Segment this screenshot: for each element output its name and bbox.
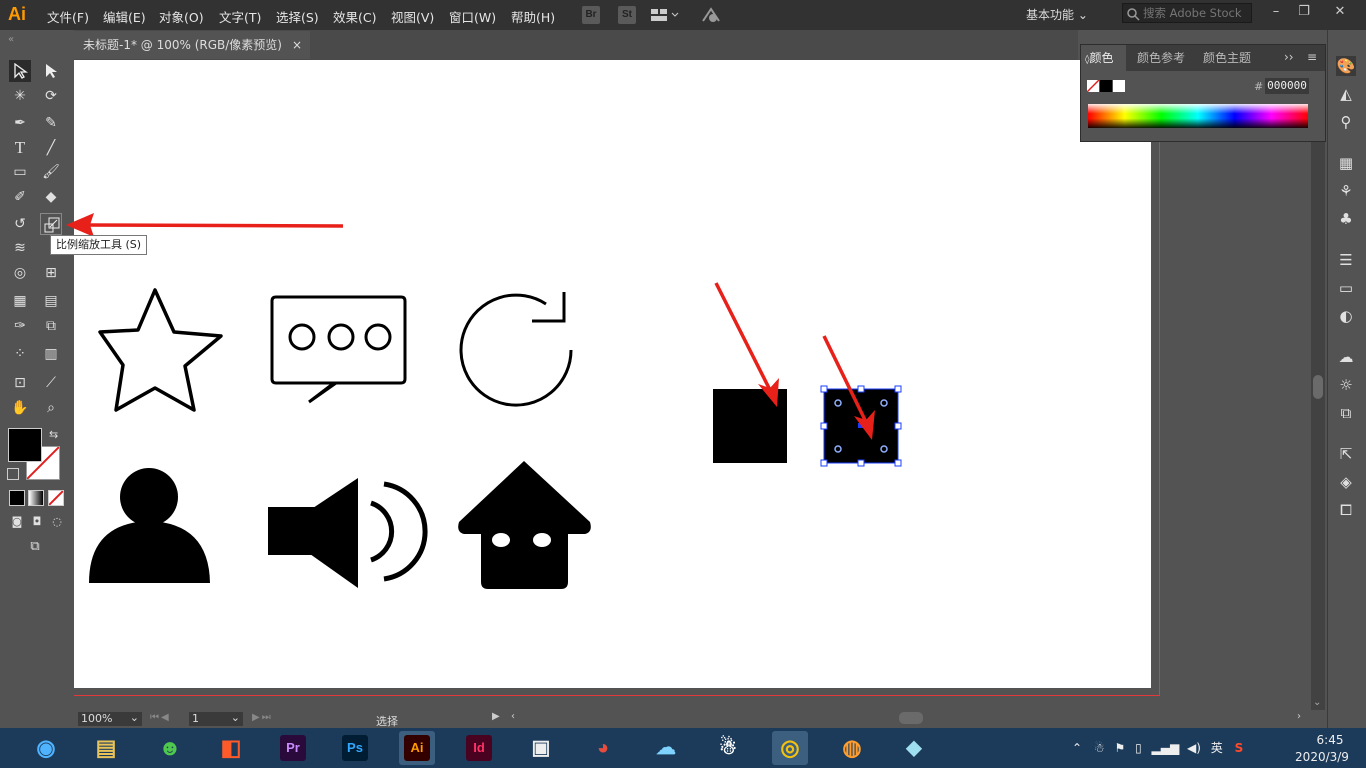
annotation-arrow-square	[714, 282, 779, 407]
house-icon[interactable]	[458, 461, 591, 589]
file-explorer-icon[interactable]: ▤	[88, 731, 124, 765]
panel-expand-icon[interactable]: ››	[1284, 50, 1294, 64]
artboard-number-select[interactable]: 1 ⌄	[189, 711, 243, 726]
artboards-icon[interactable]: ⧠	[1336, 500, 1356, 520]
network-icon[interactable]: ▂▄▆	[1152, 741, 1180, 755]
security-tray-icon[interactable]: ⚑	[1114, 741, 1125, 755]
system-tray: ⌃ ☃ ⚑ ▯ ▂▄▆ ◀) 英 S	[1072, 736, 1243, 760]
xmind-icon[interactable]: ◕	[585, 731, 621, 765]
brushes-icon[interactable]: ⚘	[1336, 181, 1356, 201]
selected-square[interactable]	[820, 385, 902, 467]
browser-icon[interactable]: ◍	[834, 731, 870, 765]
premiere-icon[interactable]: Pr	[275, 731, 311, 765]
zoom-select[interactable]: 100% ⌄	[78, 711, 142, 726]
show-hidden-icons[interactable]: ⌃	[1072, 741, 1082, 755]
refresh-icon[interactable]	[459, 292, 573, 407]
color-guide-icon[interactable]: ◭	[1336, 84, 1356, 104]
notes-app-icon[interactable]: ◆	[896, 731, 932, 765]
gradient-panel-icon[interactable]: ▭	[1336, 278, 1356, 298]
graphic-styles-icon[interactable]: ⧉	[1336, 403, 1356, 423]
annotation-arrow-scale-tool	[66, 213, 344, 237]
layers-icon[interactable]: ◈	[1336, 472, 1356, 492]
chevron-down-icon: ⌄	[129, 711, 139, 724]
user-icon[interactable]	[89, 468, 210, 583]
status-current-tool: 选择	[376, 715, 398, 728]
video-editor-icon[interactable]: ▣	[523, 731, 559, 765]
transparency-icon[interactable]: ◐	[1336, 306, 1356, 326]
clock-date[interactable]: 2020/3/9	[1284, 750, 1360, 764]
libraries-icon[interactable]: ☁	[1336, 347, 1356, 367]
clock-time[interactable]: 6:45	[1300, 733, 1360, 747]
qq-tray-icon[interactable]: ☃	[1094, 741, 1105, 755]
star-icon[interactable]	[98, 288, 223, 412]
tab-color[interactable]: ◊颜色	[1081, 45, 1126, 71]
tooltip: 比例缩放工具 (S)	[50, 235, 148, 255]
panel-menu-icon[interactable]: ≡	[1307, 50, 1317, 64]
none-swatch[interactable]	[1087, 80, 1099, 92]
scroll-down-icon[interactable]: ⌄	[1313, 697, 1321, 708]
black-swatch[interactable]	[1100, 80, 1112, 92]
color-panel-icon[interactable]: 🎨	[1336, 56, 1356, 76]
spectrum-shade	[1088, 104, 1308, 128]
chat-bubble-icon[interactable]	[270, 295, 407, 404]
artboard-number: 1	[192, 712, 199, 725]
qq-icon[interactable]: ☃	[710, 731, 746, 765]
wechat-icon[interactable]: ☻	[152, 731, 188, 765]
scroll-right-icon[interactable]: ›	[1297, 711, 1301, 722]
scroll-left-icon[interactable]: ‹	[511, 711, 515, 722]
chat-app-icon[interactable]: ☁	[648, 731, 684, 765]
appearance-icon[interactable]: ☼	[1336, 375, 1356, 395]
input-language[interactable]: 英	[1211, 741, 1223, 755]
zoom-value: 100%	[81, 712, 113, 725]
vertical-scroll-thumb[interactable]	[1313, 375, 1323, 399]
hex-color-input[interactable]: 000000	[1265, 78, 1309, 94]
volume-icon[interactable]: ◀)	[1187, 741, 1201, 755]
powerpoint-icon[interactable]: ◧	[213, 731, 249, 765]
battery-icon[interactable]: ▯	[1135, 741, 1142, 755]
speaker-icon[interactable]	[268, 478, 428, 588]
indesign-icon[interactable]: Id	[461, 731, 497, 765]
search-icon	[1126, 7, 1140, 21]
swatches-icon[interactable]: ▦	[1336, 153, 1356, 173]
stroke-icon[interactable]: ☰	[1336, 250, 1356, 270]
horizontal-scroll-thumb[interactable]	[899, 712, 923, 724]
symbols-icon[interactable]: ♣	[1336, 209, 1356, 229]
tab-color-guide[interactable]: 颜色参考	[1137, 45, 1185, 71]
next-last-artboard-icon[interactable]: ▶⏭	[252, 712, 273, 723]
export-icon[interactable]: ⇱	[1336, 444, 1356, 464]
chrome-icon[interactable]: ◎	[772, 731, 808, 765]
status-menu-icon[interactable]: ▶	[492, 711, 500, 722]
sogou-ime-icon[interactable]: S	[1235, 741, 1244, 755]
start-button-icon[interactable]: ◉	[28, 731, 64, 765]
white-swatch[interactable]	[1113, 80, 1125, 92]
tab-color-themes[interactable]: 颜色主题	[1203, 45, 1251, 71]
photoshop-icon[interactable]: Ps	[337, 731, 373, 765]
illustrator-icon[interactable]: Ai	[399, 731, 435, 765]
color-themes-icon[interactable]: ⚲	[1336, 112, 1356, 132]
chevron-down-icon: ⌄	[230, 711, 240, 724]
first-prev-artboard-icon[interactable]: ⏮◀	[150, 712, 171, 723]
hex-label: #	[1254, 80, 1264, 93]
